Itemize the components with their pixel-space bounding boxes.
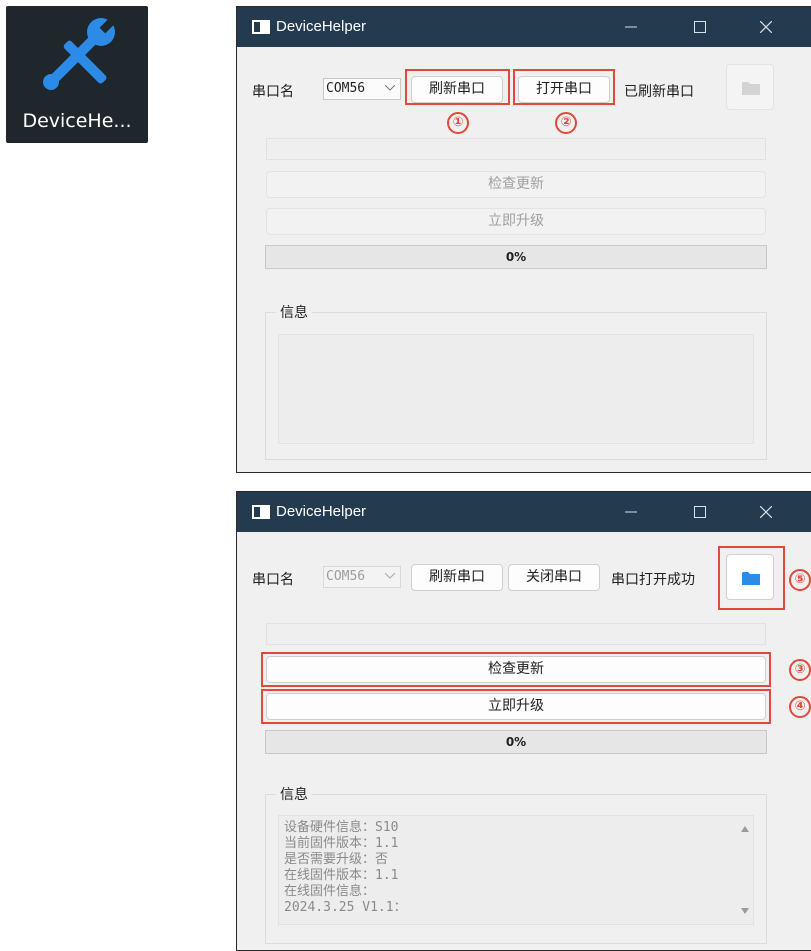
port-select-value: COM56: [326, 569, 366, 584]
upgrade-progress-bar: 0%: [265, 730, 767, 754]
minimize-icon[interactable]: [609, 492, 655, 532]
desktop-shortcut[interactable]: DeviceHe...: [6, 6, 148, 143]
open-folder-button[interactable]: [726, 64, 774, 110]
port-status-text: 串口打开成功: [611, 572, 695, 588]
window-title: DeviceHelper: [276, 18, 367, 35]
chevron-down-icon: [385, 573, 395, 579]
folder-icon: [742, 82, 760, 95]
port-select[interactable]: COM56: [323, 566, 401, 588]
callout-number-5: ⑤: [789, 569, 811, 591]
upgrade-progress-bar: 0%: [265, 245, 767, 269]
info-group-label: 信息: [276, 784, 312, 804]
window-title: DeviceHelper: [276, 503, 367, 520]
info-text: 设备硬件信息：S10 当前固件版本：1.1 是否需要升级：否 在线固件版本：1.…: [284, 820, 407, 915]
close-icon[interactable]: [744, 7, 790, 47]
callout-number-3: ③: [789, 659, 811, 681]
check-update-button[interactable]: 检查更新: [266, 171, 766, 198]
port-select[interactable]: COM56: [323, 78, 401, 100]
title-bar[interactable]: DeviceHelper: [237, 492, 811, 532]
device-helper-window-2: DeviceHelper 串口名 COM56 刷新串口 关闭串口 串口打开成功 …: [236, 491, 811, 951]
port-status-text: 已刷新串口: [624, 84, 694, 100]
close-icon[interactable]: [744, 492, 790, 532]
open-folder-button[interactable]: [726, 554, 774, 600]
file-path-bar: [266, 623, 766, 645]
info-scrollbar[interactable]: [737, 816, 753, 924]
maximize-icon[interactable]: [678, 7, 724, 47]
app-icon: [252, 505, 270, 519]
folder-icon: [742, 572, 760, 585]
callout-number-4: ④: [789, 696, 811, 718]
check-update-button[interactable]: 检查更新: [266, 656, 766, 683]
file-path-bar: [266, 138, 766, 160]
upgrade-now-button[interactable]: 立即升级: [266, 693, 766, 720]
title-bar[interactable]: DeviceHelper: [237, 7, 811, 47]
desktop-shortcut-label: DeviceHe...: [22, 110, 132, 132]
info-text-area[interactable]: 设备硬件信息：S10 当前固件版本：1.1 是否需要升级：否 在线固件版本：1.…: [278, 815, 754, 925]
info-groupbox: 信息 设备硬件信息：S10 当前固件版本：1.1 是否需要升级：否 在线固件版本…: [265, 784, 767, 944]
upgrade-now-button[interactable]: 立即升级: [266, 208, 766, 235]
info-text-area[interactable]: [278, 334, 754, 444]
info-group-label: 信息: [276, 302, 312, 322]
minimize-icon[interactable]: [609, 7, 655, 47]
callout-box-1: [405, 69, 510, 105]
port-select-value: COM56: [326, 81, 366, 96]
chevron-down-icon: [385, 85, 395, 91]
close-port-button[interactable]: 关闭串口: [508, 564, 600, 591]
refresh-port-button[interactable]: 刷新串口: [411, 564, 503, 591]
callout-number-2: ②: [555, 112, 577, 134]
info-groupbox: 信息: [265, 302, 767, 460]
port-label: 串口名: [252, 572, 294, 588]
callout-box-2: [513, 69, 615, 105]
app-icon: [252, 20, 270, 34]
scroll-down-icon[interactable]: [741, 908, 749, 914]
maximize-icon[interactable]: [678, 492, 724, 532]
callout-number-1: ①: [447, 112, 469, 134]
scroll-up-icon[interactable]: [741, 826, 749, 832]
port-label: 串口名: [252, 84, 294, 100]
wrench-screwdriver-icon: [43, 17, 116, 90]
device-helper-window-1: DeviceHelper 串口名 COM56 刷新串口 打开串口 已刷新串口 ①…: [236, 6, 811, 473]
